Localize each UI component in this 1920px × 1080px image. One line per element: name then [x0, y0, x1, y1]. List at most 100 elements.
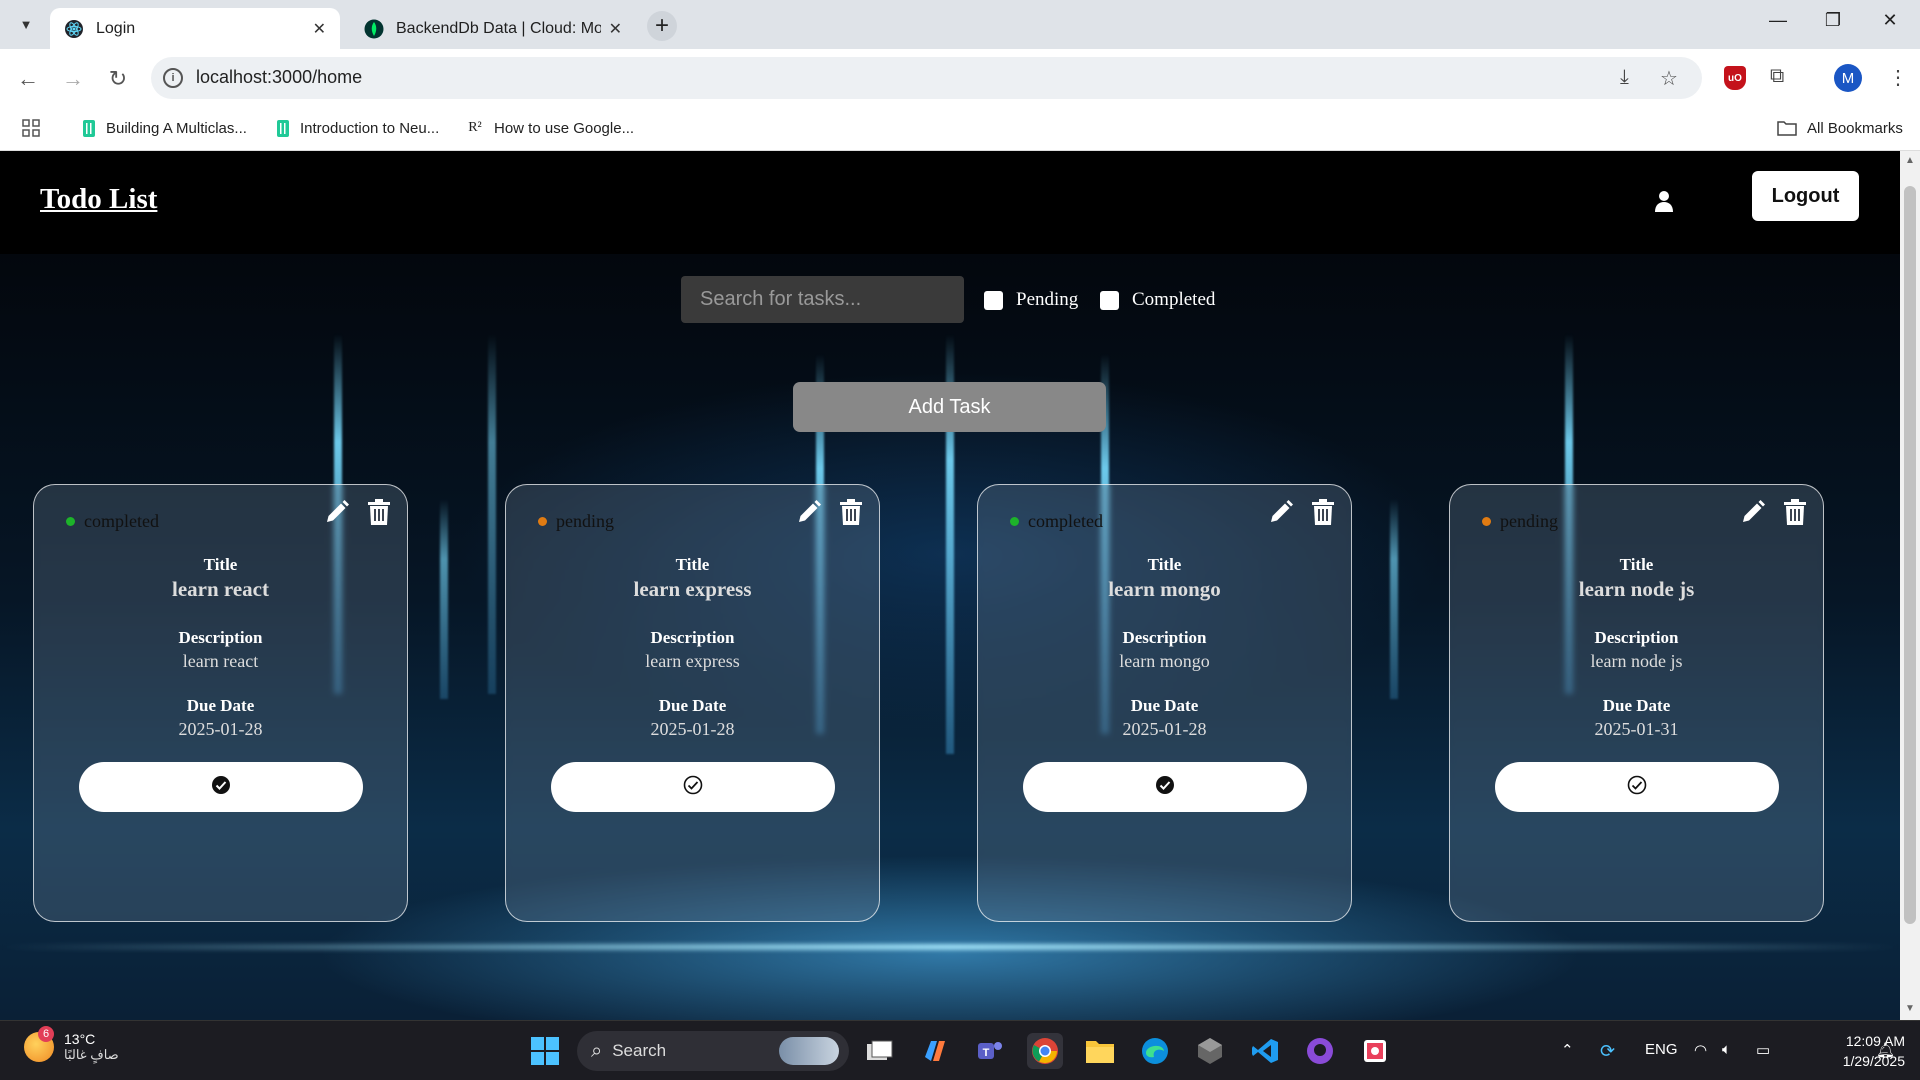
filter-label: Pending [1016, 289, 1079, 310]
install-app-icon[interactable]: ⤓ [1620, 66, 1629, 89]
filter-completed[interactable]: Completed [1100, 289, 1215, 311]
check-circle-filled-icon [211, 775, 231, 800]
task-status: pending [1482, 511, 1558, 532]
weather-sun-icon: 6 [24, 1026, 54, 1062]
minimize-icon[interactable]: — [1763, 10, 1793, 31]
bookmark-label: How to use Google... [494, 119, 635, 137]
edit-pencil-icon[interactable] [1740, 499, 1766, 525]
language-indicator[interactable]: ENG [1645, 1041, 1678, 1058]
edge-icon[interactable] [1137, 1033, 1173, 1069]
taskbar-search[interactable]: ⌕ Search [577, 1031, 849, 1071]
reload-icon[interactable]: ↻ [104, 65, 132, 93]
new-tab-button[interactable]: + [647, 11, 677, 41]
app-cube-icon[interactable] [1192, 1033, 1228, 1069]
tab-title: BackendDb Data | Cloud: Mong [396, 19, 601, 37]
all-bookmarks-label: All Bookmarks [1807, 119, 1903, 137]
copilot-icon[interactable] [917, 1033, 953, 1069]
page-viewport: Todo List Logout Search for tasks... Pen… [0, 151, 1900, 1020]
edit-pencil-icon[interactable] [796, 499, 822, 525]
notification-bell-icon[interactable]: 🔔︎ [1876, 1041, 1895, 1059]
close-tab-icon[interactable]: ✕ [609, 19, 622, 39]
light-beam [488, 334, 496, 694]
delete-trash-icon[interactable] [368, 499, 390, 525]
chrome-icon[interactable] [1027, 1033, 1063, 1069]
tab-title: Login [96, 19, 136, 37]
completed-checkbox[interactable] [1100, 290, 1119, 310]
due-date-label: Due Date [186, 696, 255, 715]
due-date-label: Due Date [1130, 696, 1199, 715]
delete-trash-icon[interactable] [1312, 499, 1334, 525]
check-circle-filled-icon [1155, 775, 1175, 800]
scroll-down-icon[interactable]: ▼ [1905, 1003, 1915, 1014]
task-due-date: 2025-01-31 [1594, 719, 1679, 739]
tab-search-dropdown-icon[interactable]: ▼ [14, 12, 38, 36]
tab-login[interactable]: Login ✕ [50, 8, 340, 49]
edit-pencil-icon[interactable] [1268, 499, 1294, 525]
wifi-icon[interactable]: ◠ [1694, 1041, 1707, 1059]
status-label: pending [1500, 511, 1558, 531]
toggle-complete-button[interactable] [1495, 762, 1779, 812]
vscode-icon[interactable] [1247, 1033, 1283, 1069]
filter-pending[interactable]: Pending [984, 289, 1078, 311]
browser-toolbar: ← → ↻ i localhost:3000/home ⤓ ☆ uO ⧉ M ⋮ [0, 49, 1920, 108]
user-icon[interactable] [1652, 189, 1676, 213]
due-date-label: Due Date [1602, 696, 1671, 715]
address-bar[interactable]: i localhost:3000/home ⤓ ☆ [151, 57, 1702, 99]
search-input[interactable]: Search for tasks... [681, 276, 964, 323]
bookmark-item[interactable]: Introduction to Neu... [276, 119, 439, 137]
logout-button[interactable]: Logout [1752, 171, 1859, 221]
edit-pencil-icon[interactable] [324, 499, 350, 525]
ublock-origin-icon[interactable]: uO [1724, 66, 1746, 90]
description-label: Description [178, 628, 263, 647]
bookmark-item[interactable]: R² How to use Google... [466, 119, 634, 137]
snipping-tool-icon[interactable] [1357, 1033, 1393, 1069]
browser-menu-icon[interactable]: ⋮ [1888, 65, 1908, 90]
battery-icon[interactable]: ▭ [1756, 1041, 1770, 1059]
task-view-icon[interactable] [862, 1033, 898, 1069]
description-label: Description [650, 628, 735, 647]
bookmark-item[interactable]: Building A Multiclas... [82, 119, 247, 137]
github-icon[interactable] [1302, 1033, 1338, 1069]
scroll-up-icon[interactable]: ▲ [1905, 155, 1915, 166]
status-label: pending [556, 511, 614, 531]
teams-icon[interactable]: T [972, 1033, 1008, 1069]
task-card: pending Title learn node js Description … [1449, 484, 1824, 922]
windows-taskbar: 6 13°C صافٍ غالبًا ⌕ Search T ⌃ ⟳ ENG ◠ … [0, 1020, 1920, 1080]
windows-start-icon[interactable] [527, 1033, 563, 1069]
toggle-complete-button[interactable] [79, 762, 363, 812]
toggle-complete-button[interactable] [551, 762, 835, 812]
close-tab-icon[interactable]: ✕ [313, 19, 326, 39]
add-task-button[interactable]: Add Task [793, 382, 1106, 432]
toggle-complete-button[interactable] [1023, 762, 1307, 812]
floor-glow [0, 944, 1900, 950]
restore-icon[interactable]: ❐ [1818, 10, 1848, 31]
all-bookmarks[interactable]: All Bookmarks [1777, 119, 1903, 137]
back-icon[interactable]: ← [14, 65, 42, 93]
status-dot-icon [1010, 517, 1019, 526]
delete-trash-icon[interactable] [1784, 499, 1806, 525]
url-text[interactable]: localhost:3000/home [196, 67, 362, 88]
profile-avatar[interactable]: M [1834, 64, 1862, 92]
delete-trash-icon[interactable] [840, 499, 862, 525]
apps-grid-icon[interactable] [22, 119, 40, 137]
task-description: learn express [645, 651, 740, 671]
bookmark-star-icon[interactable]: ☆ [1660, 66, 1678, 91]
weather-widget[interactable]: 6 13°C صافٍ غالبًا [24, 1026, 119, 1063]
extensions-puzzle-icon[interactable]: ⧉ [1770, 65, 1784, 88]
svg-text:T: T [983, 1047, 990, 1059]
task-card: completed Title learn mongo Description … [977, 484, 1352, 922]
pending-checkbox[interactable] [984, 290, 1003, 310]
file-explorer-icon[interactable] [1082, 1033, 1118, 1069]
tab-backenddb[interactable]: BackendDb Data | Cloud: Mong ✕ [350, 8, 636, 49]
volume-icon[interactable]: 🔈︎ [1722, 1041, 1731, 1058]
site-info-icon[interactable]: i [163, 68, 183, 88]
brand-title[interactable]: Todo List [40, 183, 157, 216]
sync-icon[interactable]: ⟳ [1600, 1041, 1615, 1062]
close-window-icon[interactable]: ✕ [1875, 10, 1905, 31]
task-due-date: 2025-01-28 [650, 719, 735, 739]
page-scrollbar[interactable]: ▲ ▼ [1900, 151, 1920, 1020]
task-title: learn react [172, 577, 269, 601]
forward-icon[interactable]: → [59, 65, 87, 93]
scroll-thumb[interactable] [1904, 186, 1916, 924]
show-hidden-icons[interactable]: ⌃ [1561, 1041, 1574, 1059]
